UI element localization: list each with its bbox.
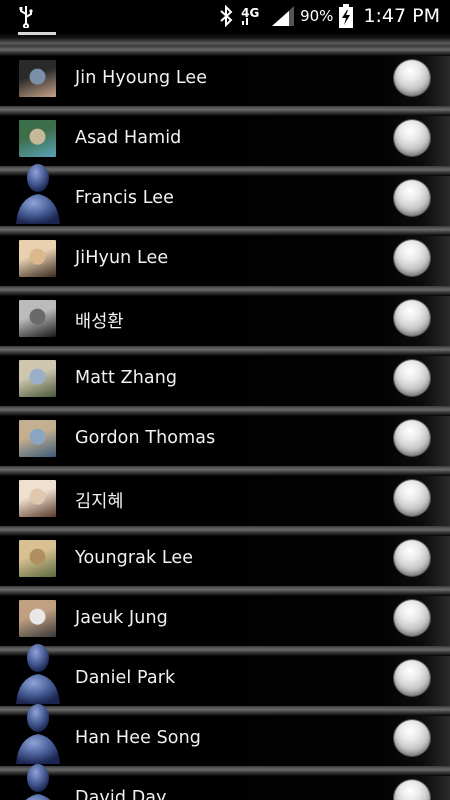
contact-photo	[19, 600, 56, 637]
status-bar: 4G 90% 1:47 PM	[0, 0, 450, 32]
contact-name: Matt Zhang	[75, 368, 178, 388]
lte-icon: 4G	[240, 5, 266, 27]
signal-icon	[272, 6, 295, 26]
contact-photo	[19, 60, 56, 97]
default-contact-avatar-icon	[12, 638, 64, 706]
contact-row[interactable]: Daniel Park	[0, 644, 450, 706]
select-radio-button[interactable]	[394, 480, 430, 516]
select-radio-button[interactable]	[394, 420, 430, 456]
contact-row[interactable]: David Day	[0, 764, 450, 800]
list-top-divider	[0, 32, 450, 46]
contact-list[interactable]: Jin Hyoung Lee Asad Hamid Francis Lee JiHyu…	[0, 32, 450, 800]
select-radio-button[interactable]	[394, 600, 430, 636]
contact-photo	[19, 420, 56, 457]
select-radio-button[interactable]	[394, 720, 430, 756]
contact-name: 배성환	[75, 312, 124, 332]
select-radio-button[interactable]	[394, 60, 430, 96]
contact-name: JiHyun Lee	[75, 248, 169, 268]
contact-name: 김지혜	[75, 492, 124, 512]
bluetooth-icon	[218, 5, 234, 27]
select-radio-button[interactable]	[394, 180, 430, 216]
contact-row[interactable]: Matt Zhang	[0, 346, 450, 406]
battery-percent: 90%	[300, 7, 334, 25]
select-radio-button[interactable]	[394, 360, 430, 396]
contact-name: Jaeuk Jung	[75, 608, 168, 628]
contact-name: Daniel Park	[75, 668, 176, 688]
contact-name: Asad Hamid	[75, 128, 182, 148]
usb-icon	[14, 4, 38, 28]
contact-name: David Day	[75, 788, 167, 800]
select-radio-button[interactable]	[394, 660, 430, 696]
default-contact-avatar-icon	[12, 758, 64, 800]
contact-name: Gordon Thomas	[75, 428, 216, 448]
contact-row[interactable]: Jin Hyoung Lee	[0, 46, 450, 106]
select-radio-button[interactable]	[394, 120, 430, 156]
contact-photo	[19, 540, 56, 577]
contact-row[interactable]: Han Hee Song	[0, 704, 450, 766]
contact-name: Youngrak Lee	[75, 548, 194, 568]
contact-photo	[19, 240, 56, 277]
contact-row[interactable]: 김지혜	[0, 466, 450, 526]
contact-name: Francis Lee	[75, 188, 175, 208]
contact-photo	[19, 480, 56, 517]
default-contact-avatar-icon	[12, 698, 64, 766]
contact-row[interactable]: Youngrak Lee	[0, 526, 450, 586]
contact-photo	[19, 360, 56, 397]
contact-name: Jin Hyoung Lee	[75, 68, 208, 88]
contact-name: Han Hee Song	[75, 728, 202, 748]
battery-charging-icon	[339, 4, 354, 28]
contact-row[interactable]: Asad Hamid	[0, 106, 450, 166]
contact-photo	[19, 300, 56, 337]
contact-photo	[19, 120, 56, 157]
contact-row[interactable]: JiHyun Lee	[0, 226, 450, 286]
clock: 1:47 PM	[363, 5, 440, 27]
contact-row[interactable]: Jaeuk Jung	[0, 586, 450, 646]
select-radio-button[interactable]	[394, 540, 430, 576]
select-radio-button[interactable]	[394, 300, 430, 336]
contact-row[interactable]: 배성환	[0, 286, 450, 346]
contact-row[interactable]: Gordon Thomas	[0, 406, 450, 466]
select-radio-button[interactable]	[394, 240, 430, 276]
contact-row[interactable]: Francis Lee	[0, 164, 450, 226]
default-contact-avatar-icon	[12, 158, 64, 226]
